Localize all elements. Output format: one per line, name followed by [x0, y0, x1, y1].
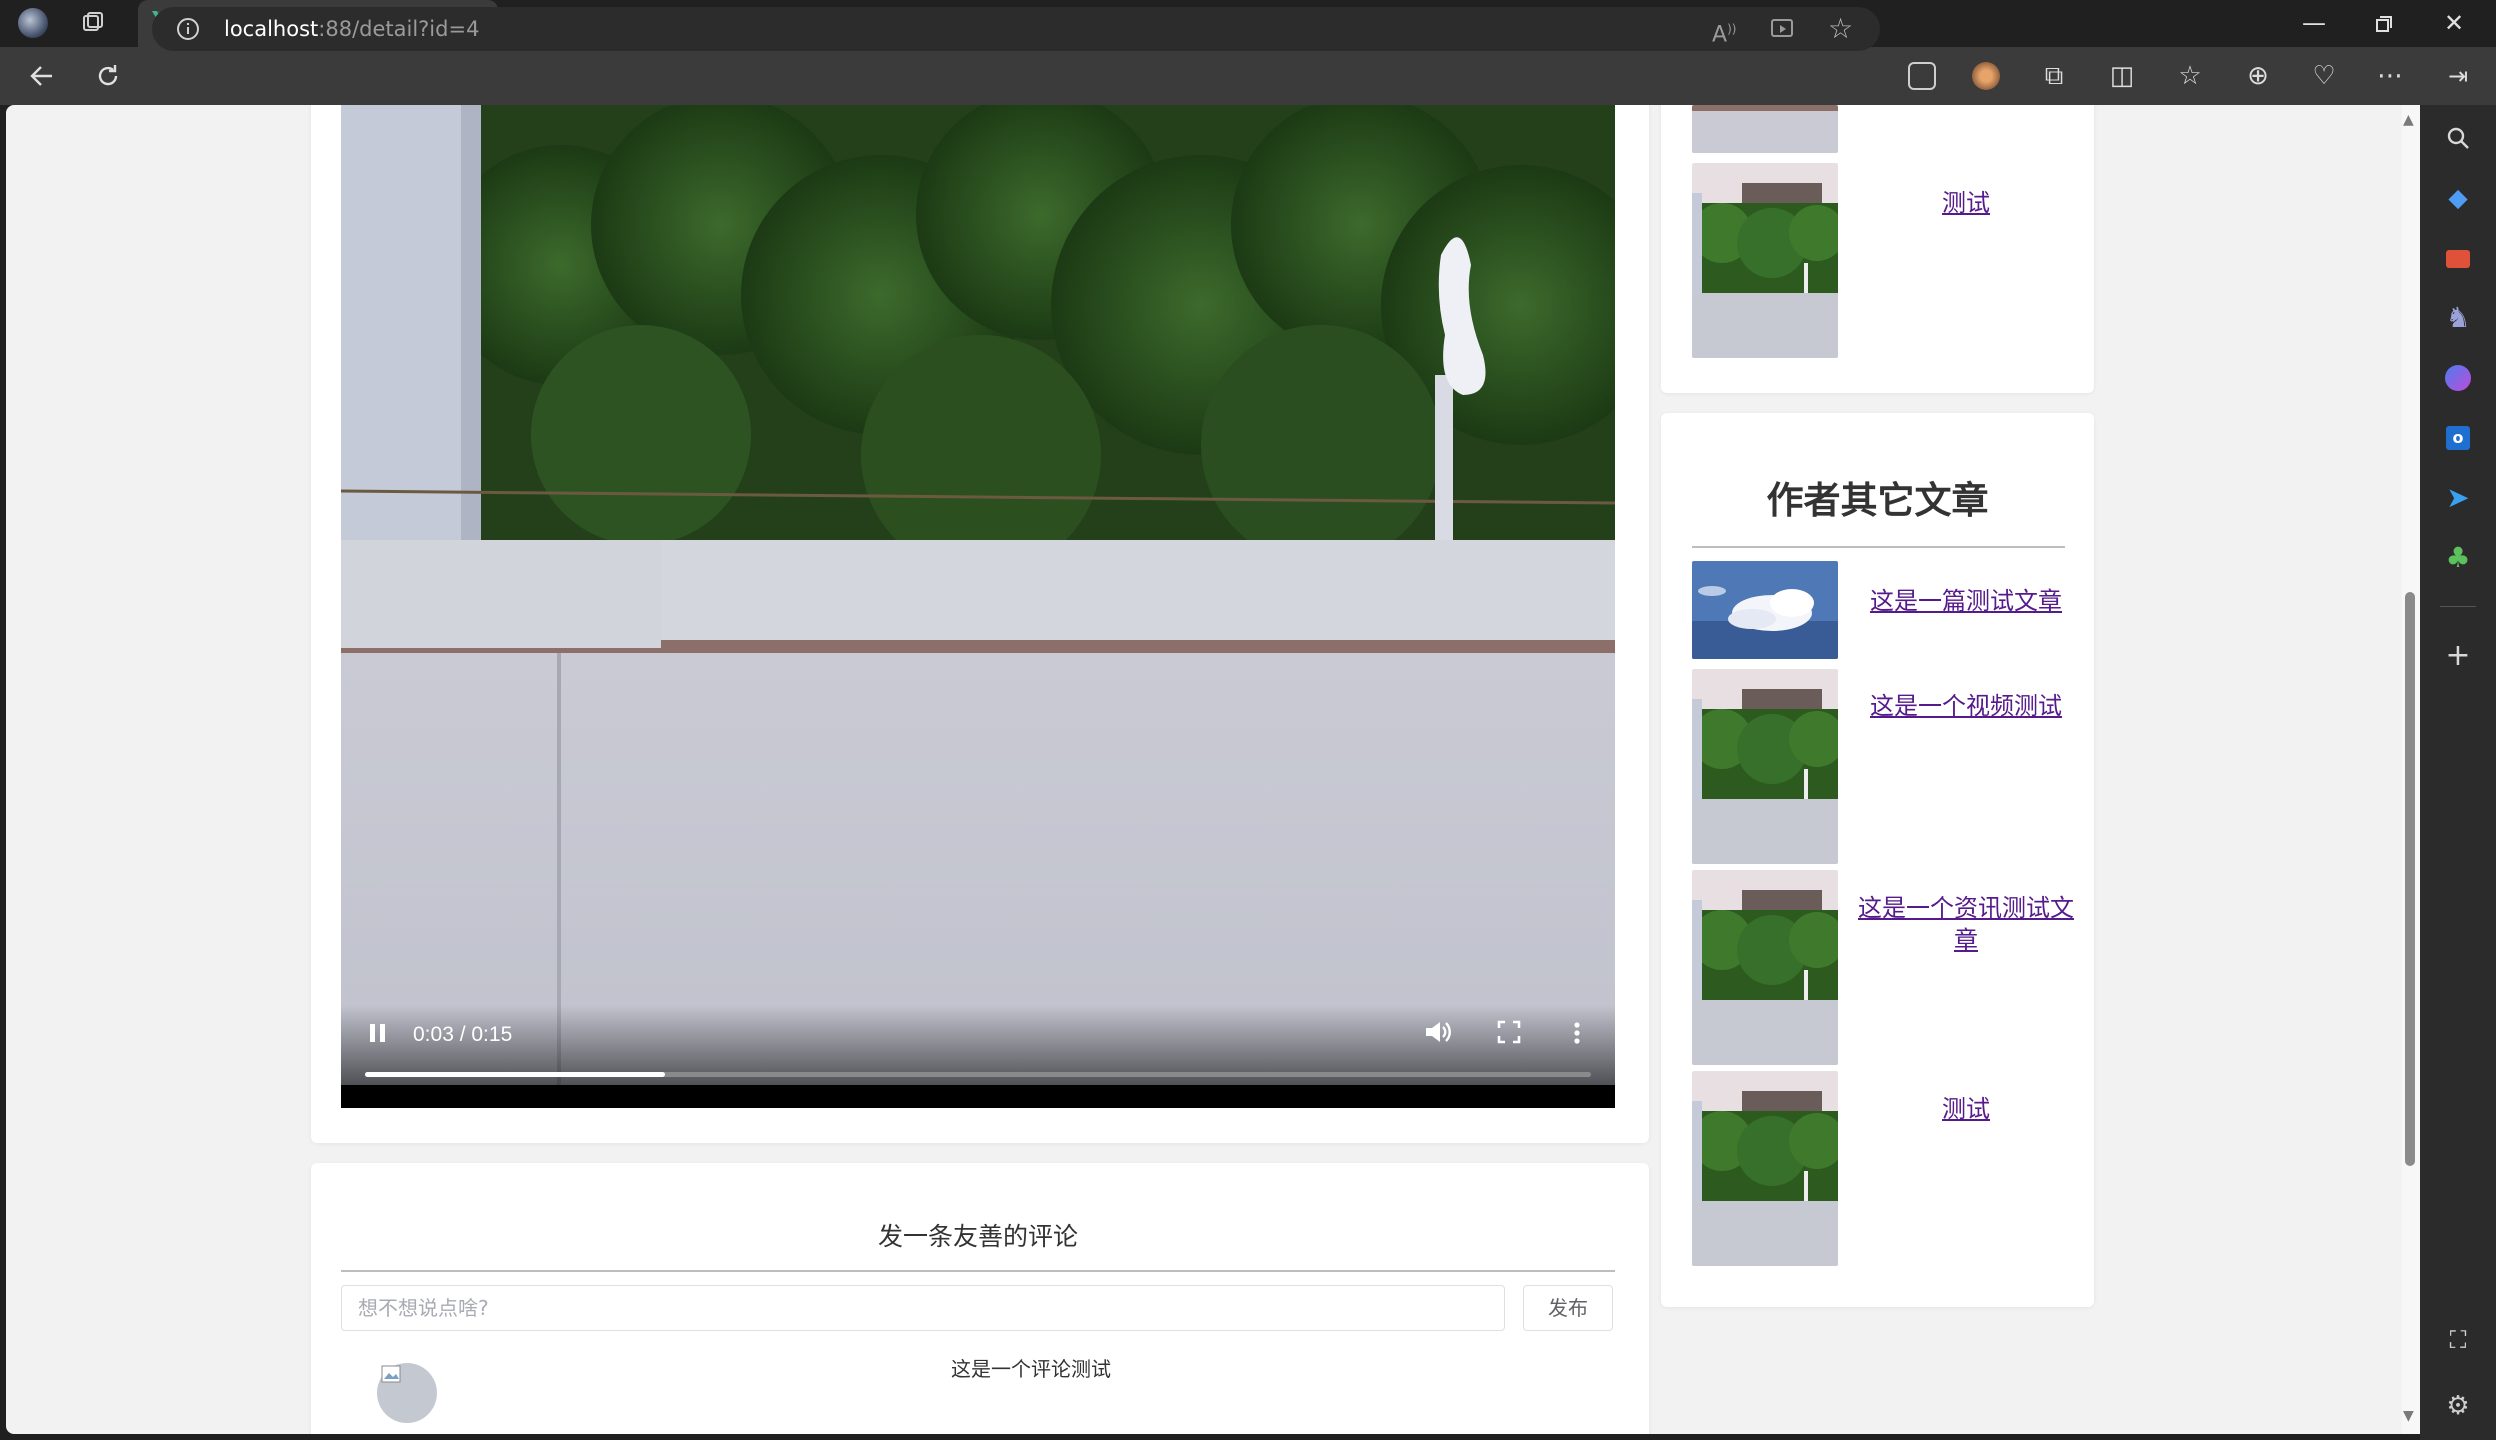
article-thumb[interactable] — [1692, 561, 1838, 659]
read-aloud-icon[interactable]: A)) — [1712, 7, 1736, 57]
video-progress-bar[interactable] — [365, 1072, 1591, 1077]
star-icon[interactable]: ☆ — [1828, 7, 1853, 51]
workspaces-icon[interactable] — [76, 0, 110, 52]
pause-icon[interactable] — [367, 1019, 389, 1054]
fullscreen-icon[interactable] — [1496, 1019, 1522, 1052]
related-thumb[interactable] — [1692, 105, 1838, 153]
extensions-icon[interactable]: ⧉ — [2036, 47, 2072, 105]
copilot-icon[interactable] — [2432, 352, 2484, 404]
article-link[interactable]: 测试 — [1856, 1093, 2076, 1125]
send-icon[interactable]: ➤ — [2432, 472, 2484, 524]
search-icon[interactable] — [2432, 112, 2484, 164]
games-icon[interactable]: ♞ — [2432, 292, 2484, 344]
scroll-up-icon[interactable]: ▲ — [2403, 112, 2414, 128]
tree-icon[interactable]: ♣ — [2432, 532, 2484, 584]
article-link[interactable]: 这是一个视频测试 — [1856, 690, 2076, 722]
volume-icon[interactable] — [1423, 1018, 1453, 1053]
outlook-icon[interactable]: o — [2432, 412, 2484, 464]
related-thumb[interactable] — [1692, 163, 1838, 358]
info-icon[interactable] — [176, 7, 200, 55]
commenter-avatar — [377, 1363, 437, 1423]
screenshot-icon[interactable]: ⛶ — [2432, 1314, 2484, 1366]
author-articles-title: 作者其它文章 — [1766, 479, 1989, 522]
article-thumb[interactable] — [1692, 669, 1838, 864]
video-time: 0:03 / 0:15 — [413, 1023, 513, 1046]
url-host: localhost — [224, 17, 319, 41]
extension-icon-2[interactable] — [1972, 62, 2000, 90]
close-window-icon[interactable]: ✕ — [2420, 0, 2488, 47]
sidebar-divider — [2440, 606, 2476, 607]
comment-title: 发一条友善的评论 — [877, 1222, 1078, 1251]
collections-icon[interactable]: ⊕ — [2240, 47, 2276, 105]
publish-button[interactable]: 发布 — [1523, 1285, 1613, 1331]
split-screen-icon[interactable]: ◫ — [2104, 47, 2140, 105]
scrollbar-thumb[interactable] — [2405, 592, 2415, 1166]
minimize-icon[interactable]: — — [2280, 0, 2348, 47]
video-progress-fill — [365, 1072, 666, 1077]
address-bar[interactable]: localhost:88/detail?id=4 A)) ☆ — [152, 7, 1880, 51]
extension-icon-1[interactable] — [1908, 62, 1936, 90]
author-articles-divider — [1692, 546, 2065, 548]
article-thumb[interactable] — [1692, 1071, 1838, 1266]
page-viewport: 0:03 / 0:15 发一条友善的评论 发布 这是一个评论测试 测试 — [6, 105, 2420, 1434]
comment-divider — [341, 1270, 1615, 1272]
url-text: localhost:88/detail?id=4 — [224, 7, 479, 51]
video-frame — [341, 105, 1615, 1108]
sidebar-toggle-icon[interactable]: ⇥ — [2440, 47, 2476, 105]
url-path: :88/detail?id=4 — [318, 17, 480, 41]
shopping-tag-icon[interactable]: ⬥ — [2432, 172, 2484, 224]
article-link[interactable]: 这是一个资讯测试文章 — [1856, 892, 2076, 956]
settings-icon[interactable]: ⚙ — [2432, 1380, 2484, 1432]
comment-text: 这是一个评论测试 — [951, 1357, 1111, 1381]
back-arrow-icon[interactable] — [20, 47, 64, 110]
comment-input[interactable] — [341, 1285, 1505, 1331]
restore-icon[interactable] — [2350, 0, 2418, 47]
related-link[interactable]: 测试 — [1856, 187, 2076, 219]
video-player[interactable] — [341, 105, 1615, 1108]
scroll-down-icon[interactable]: ▼ — [2403, 1408, 2414, 1424]
favorites-icon[interactable]: ☆ — [2172, 47, 2208, 105]
article-link[interactable]: 这是一篇测试文章 — [1856, 585, 2076, 617]
browser-essentials-icon[interactable]: ♡ — [2306, 47, 2342, 105]
tools-icon[interactable] — [2432, 232, 2484, 284]
more-icon[interactable]: ⋯ — [2372, 47, 2408, 105]
add-sidebar-item-icon[interactable]: + — [2432, 630, 2484, 682]
profile-avatar[interactable] — [18, 8, 48, 38]
app-available-icon[interactable] — [1770, 7, 1796, 55]
video-more-icon[interactable] — [1572, 1019, 1582, 1054]
reload-icon[interactable] — [86, 47, 130, 110]
article-thumb[interactable] — [1692, 870, 1838, 1065]
